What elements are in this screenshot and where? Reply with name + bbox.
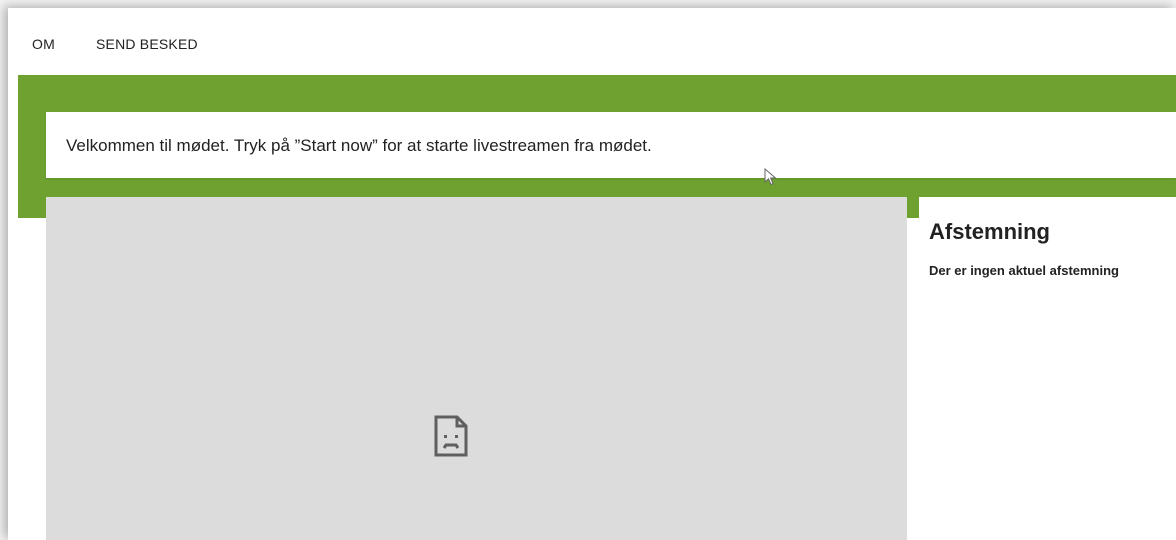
welcome-message-box: Velkommen til mødet. Tryk på ”Start now”… [46, 112, 1176, 186]
voting-panel: Afstemning Der er ingen aktuel afstemnin… [919, 197, 1176, 540]
nav-item-om[interactable]: OM [32, 36, 55, 52]
livestream-player[interactable] [46, 197, 907, 540]
voting-panel-title: Afstemning [929, 219, 1050, 244]
nav-item-send-besked[interactable]: SEND BESKED [96, 36, 198, 52]
top-navigation: OM SEND BESKED [8, 8, 1176, 75]
page: OM SEND BESKED Velkommen til mødet. Tryk… [0, 0, 1176, 540]
welcome-message: Velkommen til mødet. Tryk på ”Start now”… [66, 136, 652, 155]
mouse-cursor-icon [764, 168, 777, 186]
browser-frame: OM SEND BESKED Velkommen til mødet. Tryk… [8, 8, 1176, 540]
sad-page-icon [434, 415, 468, 457]
voting-status-text: Der er ingen aktuel afstemning [929, 263, 1119, 278]
